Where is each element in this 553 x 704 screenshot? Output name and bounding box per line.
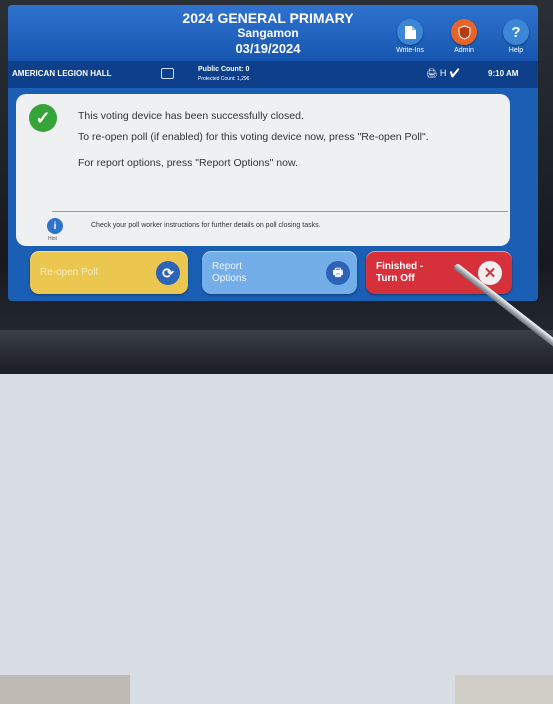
background-light-right — [455, 675, 553, 704]
closed-message: This voting device has been successfully… — [78, 110, 304, 122]
finish-label-line1: Finished - — [376, 261, 424, 272]
shield-icon — [451, 19, 477, 45]
help-label: Help — [508, 47, 524, 54]
finish-label: Finished - Turn Off — [376, 261, 423, 285]
message-panel: ✓ This voting device has been successful… — [16, 94, 510, 246]
report-options-button[interactable]: Report Options 🖶 — [202, 251, 357, 294]
header-bar: 2024 GENERAL PRIMARY Sangamon 03/19/2024… — [8, 5, 538, 61]
admin-button[interactable]: Admin — [444, 19, 484, 54]
help-button[interactable]: ? Help — [496, 19, 536, 54]
background-light — [0, 675, 130, 704]
write-ins-button[interactable]: Write-Ins — [390, 19, 430, 54]
printer-icon: 🖶 — [326, 261, 350, 285]
hint-label: Hint — [48, 236, 57, 242]
protected-count: Protected Count: 1,296 — [198, 76, 250, 82]
reopen-poll-label: Re-open Poll — [40, 267, 98, 278]
status-bar: AMERICAN LEGION HALL Public Count: 0 Pro… — [8, 61, 538, 88]
polling-location: AMERICAN LEGION HALL — [12, 69, 112, 78]
checkmark-icon: ✓ — [29, 104, 57, 132]
document-icon — [397, 19, 423, 45]
printer-status-icons: 🖨 H ✔ — [426, 68, 461, 78]
report-instructions: For report options, press "Report Option… — [78, 157, 298, 169]
election-title: 2024 GENERAL PRIMARY Sangamon 03/19/2024 — [128, 10, 408, 57]
refresh-icon: ⟳ — [156, 261, 180, 285]
county-name: Sangamon — [237, 26, 299, 40]
location-info-icon[interactable] — [161, 68, 174, 79]
voting-device-screen: 2024 GENERAL PRIMARY Sangamon 03/19/2024… — [8, 5, 538, 301]
report-options-label: Report Options — [212, 261, 246, 285]
hint-icon[interactable]: i — [47, 218, 63, 234]
report-label-line2: Options — [212, 273, 247, 284]
reopen-instructions: To re-open poll (if enabled) for this vo… — [78, 131, 429, 143]
background-wall — [0, 330, 553, 704]
reopen-poll-button[interactable]: Re-open Poll ⟳ — [30, 251, 188, 294]
election-name: 2024 GENERAL PRIMARY — [182, 10, 354, 26]
report-label-line1: Report — [212, 261, 243, 272]
help-icon: ? — [503, 19, 529, 45]
clock: 9:10 AM — [488, 69, 519, 78]
write-ins-label: Write-Ins — [396, 47, 424, 54]
divider — [52, 211, 508, 212]
finish-label-line2: Turn Off — [376, 273, 415, 284]
election-date: 03/19/2024 — [235, 41, 301, 56]
public-count: Public Count: 0 — [198, 66, 250, 73]
hint-text: Check your poll worker instructions for … — [91, 222, 321, 229]
admin-label: Admin — [454, 47, 474, 54]
